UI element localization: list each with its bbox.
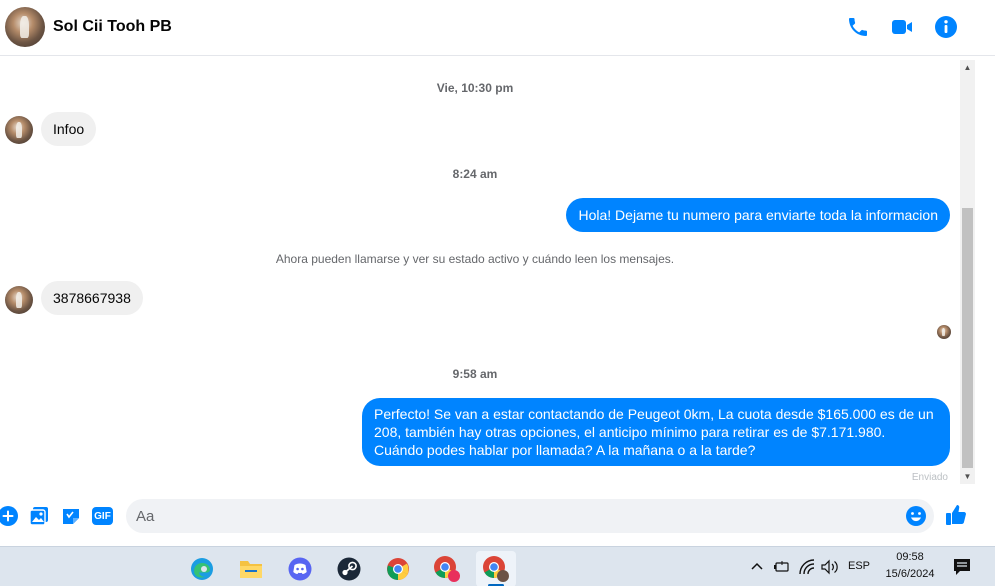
messenger-window: Sol Cii Tooh PB Vie, 10:30 pm Infoo 8:24… — [0, 0, 995, 586]
outgoing-message[interactable]: Hola! Dejame tu numero para enviarte tod… — [566, 198, 950, 232]
like-icon[interactable] — [944, 503, 968, 527]
delivery-status: Enviado — [911, 472, 948, 483]
message-composer: GIF — [0, 488, 995, 544]
contact-avatar[interactable] — [5, 7, 45, 47]
scroll-down-icon[interactable]: ▼ — [960, 469, 975, 484]
emoji-icon[interactable] — [905, 505, 927, 527]
message-input[interactable] — [136, 499, 896, 533]
chevron-up-icon[interactable] — [750, 560, 764, 574]
seen-indicator-avatar — [937, 325, 951, 339]
image-icon[interactable] — [29, 506, 49, 526]
message-list[interactable]: Vie, 10:30 pm Infoo 8:24 am Hola! Dejame… — [0, 57, 960, 485]
sticker-icon[interactable] — [61, 506, 81, 526]
chrome-profile-active-icon[interactable] — [476, 551, 516, 586]
conversation-header: Sol Cii Tooh PB — [0, 0, 995, 56]
scroll-up-icon[interactable]: ▲ — [960, 60, 975, 75]
steam-icon[interactable] — [329, 551, 369, 586]
timestamp: 8:24 am — [452, 167, 498, 181]
incoming-message[interactable]: Infoo — [41, 112, 97, 146]
contact-mini-avatar[interactable] — [5, 116, 33, 144]
edge-icon[interactable] — [182, 551, 222, 586]
clock-date[interactable]: 15/6/2024 — [876, 568, 944, 580]
contact-mini-avatar[interactable] — [5, 286, 33, 314]
timestamp: 9:58 am — [452, 367, 498, 381]
volume-icon[interactable] — [820, 558, 840, 576]
chat-scrollbar[interactable]: ▲ ▼ — [960, 60, 975, 484]
clock-time[interactable]: 09:58 — [876, 551, 944, 563]
wifi-icon[interactable] — [798, 558, 816, 576]
contact-name[interactable]: Sol Cii Tooh PB — [53, 18, 172, 36]
os-taskbar: ESP 09:58 15/6/2024 — [0, 546, 995, 586]
plus-icon[interactable] — [0, 506, 18, 526]
incoming-message[interactable]: 3878667938 — [41, 281, 143, 315]
file-explorer-icon[interactable] — [231, 551, 271, 586]
scroll-thumb[interactable] — [962, 208, 973, 468]
message-input-container[interactable] — [126, 499, 934, 533]
outgoing-message[interactable]: Perfecto! Se van a estar contactando de … — [362, 398, 950, 466]
chrome-icon[interactable] — [378, 551, 418, 586]
call-notice: Ahora pueden llamarse y ver su estado ac… — [275, 252, 675, 266]
info-icon[interactable] — [934, 15, 958, 39]
chrome-profile-icon[interactable] — [427, 551, 467, 586]
phone-icon[interactable] — [846, 15, 870, 39]
notifications-icon[interactable] — [953, 558, 971, 576]
battery-icon[interactable] — [773, 559, 791, 575]
discord-icon[interactable] — [280, 551, 320, 586]
input-language[interactable]: ESP — [846, 560, 872, 572]
timestamp: Vie, 10:30 pm — [436, 81, 514, 95]
video-call-icon[interactable] — [890, 15, 914, 39]
gif-icon[interactable]: GIF — [92, 507, 113, 525]
